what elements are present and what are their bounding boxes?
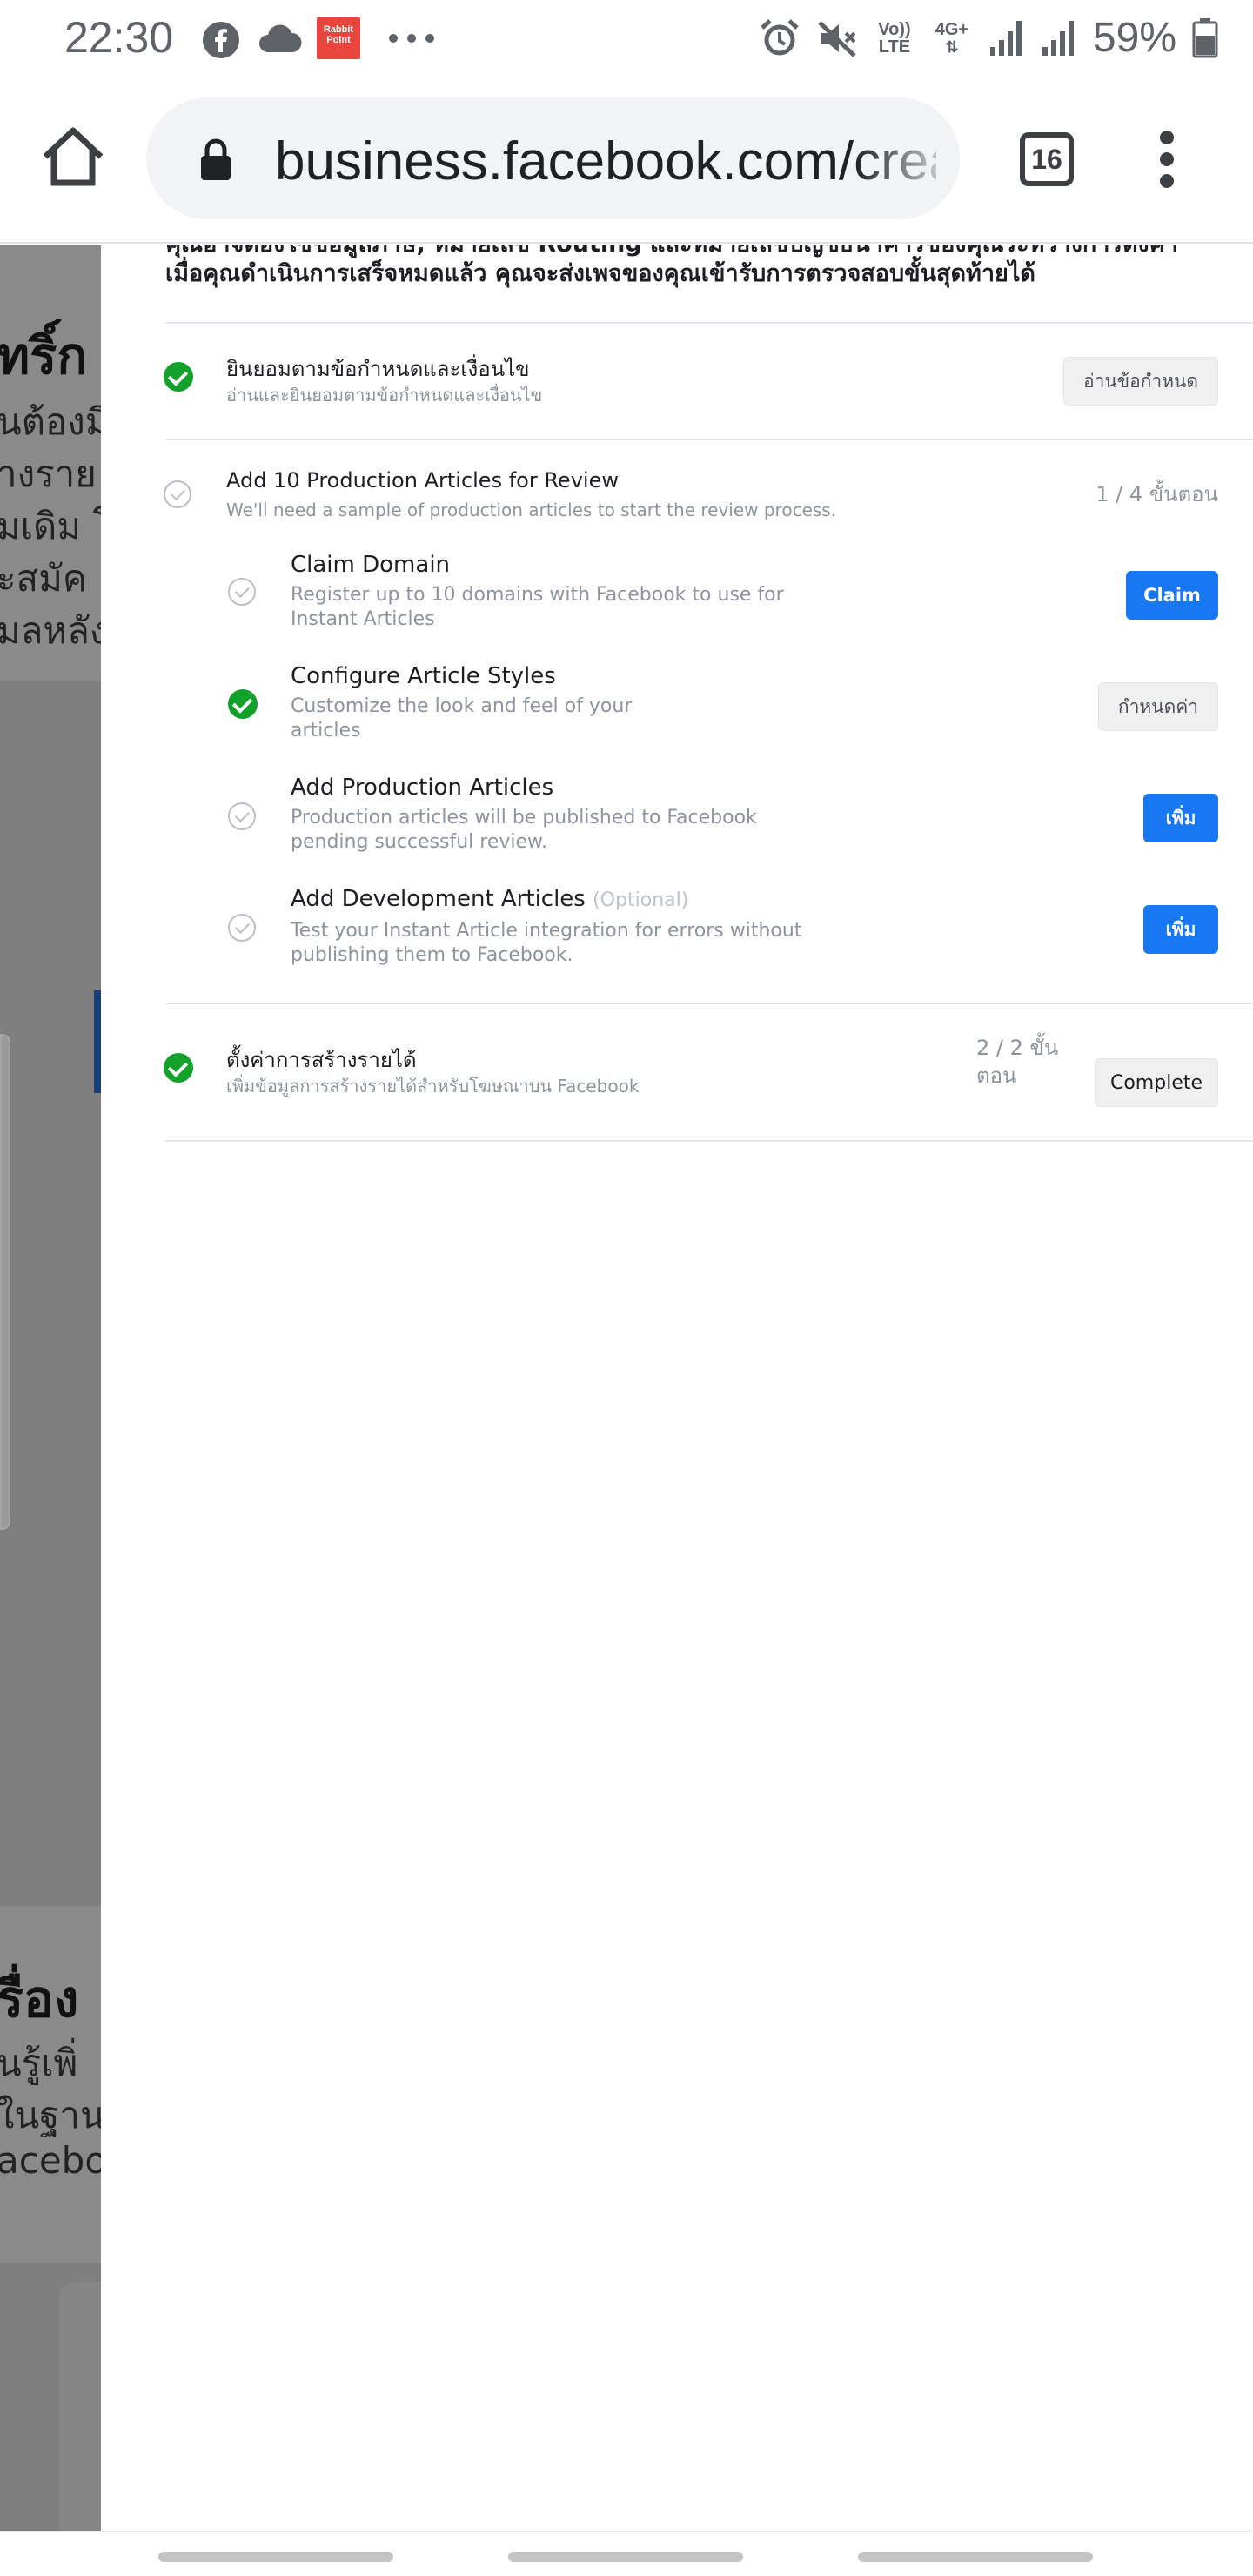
step-title: Add Development Articles (Optional) <box>291 886 689 912</box>
status-time: 22:30 <box>64 13 174 62</box>
check-pending-icon <box>228 578 256 606</box>
bg-text-fragment: นต้องมี <box>0 400 101 443</box>
address-bar[interactable]: business.facebook.com/creator <box>146 97 960 219</box>
configure-styles-button[interactable]: กำหนดค่า <box>1098 682 1218 731</box>
step-title: Claim Domain <box>291 552 451 578</box>
rabbit-point-app-icon: Rabbit Point <box>317 17 360 59</box>
production-step-count: 1 / 4 ขั้นตอน <box>1096 482 1218 506</box>
battery-icon <box>1192 17 1218 57</box>
terms-subtitle: อ่านและยินยอมตามข้อกำหนดและเงื่อนไข <box>226 385 543 406</box>
mute-icon <box>818 20 856 57</box>
bg-text-fragment: างราย <box>0 453 97 495</box>
production-subtitle: We'll need a sample of production articl… <box>226 500 837 520</box>
step-description: Customize the look and feel of your arti… <box>291 695 633 741</box>
bg-text-fragment: acebook <box>0 2139 101 2182</box>
battery-percent: 59% <box>1092 15 1176 61</box>
instant-articles-setup-panel: คุณอาจต้องใช้ข้อมูลภาษี, หมายเลข Routing… <box>101 245 1253 2531</box>
more-dots-icon <box>389 34 434 43</box>
divider <box>165 1140 1253 1142</box>
divider <box>165 322 1253 324</box>
bg-text-fragment: ะสมัค <box>0 557 87 600</box>
status-bar: 22:30 Rabbit Point Vo)) LTE 4G+ ⇅ 59% <box>0 0 1253 78</box>
system-nav-bar <box>0 2531 1253 2576</box>
check-pending-icon <box>164 480 191 508</box>
complete-monetization-button[interactable]: Complete <box>1095 1058 1218 1107</box>
overflow-menu-icon[interactable] <box>1154 131 1180 191</box>
tab-switcher-button[interactable]: 16 <box>1020 132 1074 186</box>
signal-icon <box>989 20 1022 56</box>
home-icon[interactable] <box>38 122 108 191</box>
add-production-articles-button[interactable]: เพิ่ม <box>1143 794 1218 842</box>
monetization-subtitle: เพิ่มข้อมูลการสร้างรายได้สำหรับโฆษณาบน F… <box>226 1076 640 1097</box>
bg-card <box>0 1034 10 1530</box>
bg-text-fragment: มเดิม โ <box>0 505 101 547</box>
step-title: Configure Article Styles <box>291 663 556 689</box>
claim-domain-button[interactable]: Claim <box>1126 571 1218 620</box>
add-development-articles-button[interactable]: เพิ่ม <box>1143 905 1218 954</box>
browser-toolbar: business.facebook.com/creator 16 <box>0 78 1253 244</box>
nav-home-button[interactable] <box>508 2552 743 2562</box>
lock-icon <box>201 138 231 180</box>
read-terms-button[interactable]: อ่านข้อกำหนด <box>1063 357 1218 406</box>
url-fade <box>855 97 960 219</box>
status-right-group: Vo)) LTE 4G+ ⇅ 59% <box>759 14 1218 62</box>
cloud-icon <box>259 24 302 52</box>
bg-heading-fragment: ทริ์ก <box>0 326 88 386</box>
monetization-step-count: 2 / 2 ขั้น ตอน <box>976 1036 1059 1088</box>
background-page-overlay[interactable]: ทริ์ก นต้องมี างราย มเดิม โ ะสมัค มลหลัง… <box>0 245 101 2531</box>
data-type-indicator: 4G+ ⇅ <box>935 19 969 56</box>
step-title: Add Production Articles <box>291 775 554 801</box>
step-description: Register up to 10 domains with Facebook … <box>291 584 784 630</box>
volte-indicator: Vo)) LTE <box>878 19 911 57</box>
app-badge-text: Rabbit Point <box>323 24 354 45</box>
bg-card <box>59 2282 101 2531</box>
facebook-icon <box>203 22 239 58</box>
check-complete-icon <box>164 362 193 392</box>
setup-intro-text: คุณอาจต้องใช้ข้อมูลภาษี, หมายเลข Routing… <box>165 245 1178 287</box>
optional-label: (Optional) <box>593 889 689 911</box>
bg-accent-bar <box>94 990 101 1093</box>
bg-text-fragment: มลหลัง <box>0 609 101 652</box>
bg-text-fragment: ในฐาน <box>0 2094 101 2137</box>
check-pending-icon <box>228 914 256 942</box>
step-description: Test your Instant Article integration fo… <box>291 920 802 966</box>
bg-heading-fragment: รื่อง <box>0 1969 79 2029</box>
divider <box>165 439 1253 440</box>
divider <box>165 1003 1253 1004</box>
signal-icon-sim2 <box>1042 20 1074 56</box>
production-title: Add 10 Production Articles for Review <box>226 468 619 493</box>
step-description: Production articles will be published to… <box>291 807 757 853</box>
nav-back-button[interactable] <box>858 2552 1093 2562</box>
bg-text-fragment: นรู้เพิ่ <box>0 2042 78 2084</box>
nav-recents-button[interactable] <box>158 2552 393 2562</box>
check-complete-icon <box>228 689 258 719</box>
alarm-icon <box>761 18 799 55</box>
check-pending-icon <box>228 802 256 830</box>
url-text[interactable]: business.facebook.com/creator <box>275 131 936 192</box>
check-complete-icon <box>164 1053 193 1083</box>
